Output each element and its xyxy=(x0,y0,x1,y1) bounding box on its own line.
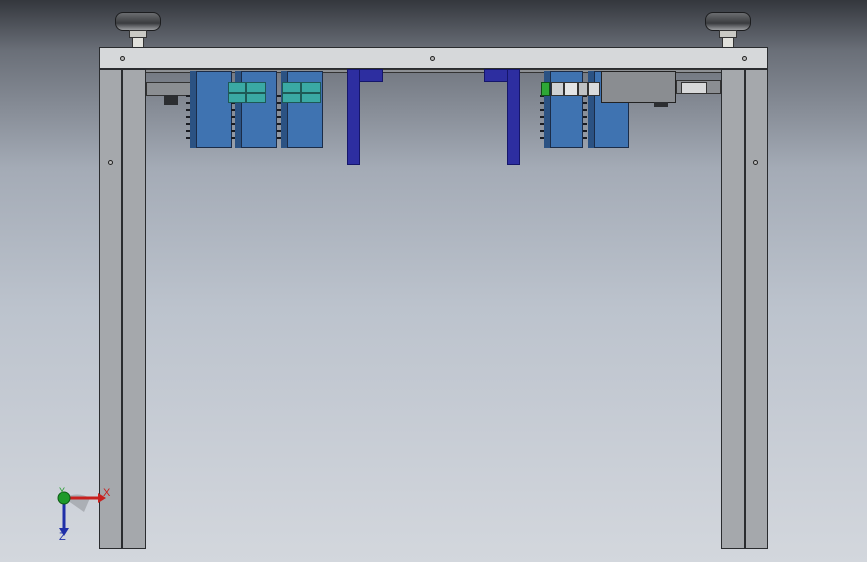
right-connector xyxy=(681,82,707,94)
terminal-teeth xyxy=(277,95,281,144)
right-post-inner xyxy=(721,69,745,549)
switch-block xyxy=(564,82,578,96)
terminal-block xyxy=(246,93,266,103)
left-clamp-block xyxy=(164,95,178,105)
terminal-block xyxy=(301,82,321,93)
terminal-block xyxy=(228,82,246,93)
model-viewport[interactable]: X Y Z xyxy=(0,0,867,562)
controller-foot xyxy=(654,102,668,107)
axis-x-label: X xyxy=(103,487,111,499)
bolt-icon xyxy=(742,56,747,61)
terminal-block xyxy=(282,82,301,93)
terminal-block xyxy=(228,93,246,103)
bolt-icon xyxy=(120,56,125,61)
blue-module xyxy=(196,71,232,148)
terminal-teeth xyxy=(540,95,544,144)
switch-block xyxy=(578,82,588,96)
terminal-teeth xyxy=(583,95,587,144)
green-indicator xyxy=(541,82,550,96)
left-post-outer xyxy=(99,69,122,549)
axis-y-label: Y xyxy=(59,486,66,496)
terminal-block xyxy=(282,93,301,103)
terminal-block xyxy=(301,93,321,103)
controller-box xyxy=(601,71,676,103)
left-post-inner xyxy=(122,69,146,549)
right-post-outer xyxy=(745,69,768,549)
bolt-icon xyxy=(753,160,758,165)
bolt-icon xyxy=(430,56,435,61)
terminal-teeth xyxy=(186,95,190,144)
axis-z-label: Z xyxy=(59,531,66,543)
switch-block xyxy=(588,82,600,96)
terminal-block xyxy=(246,82,266,93)
switch-block xyxy=(551,82,564,96)
bolt-icon xyxy=(108,160,113,165)
